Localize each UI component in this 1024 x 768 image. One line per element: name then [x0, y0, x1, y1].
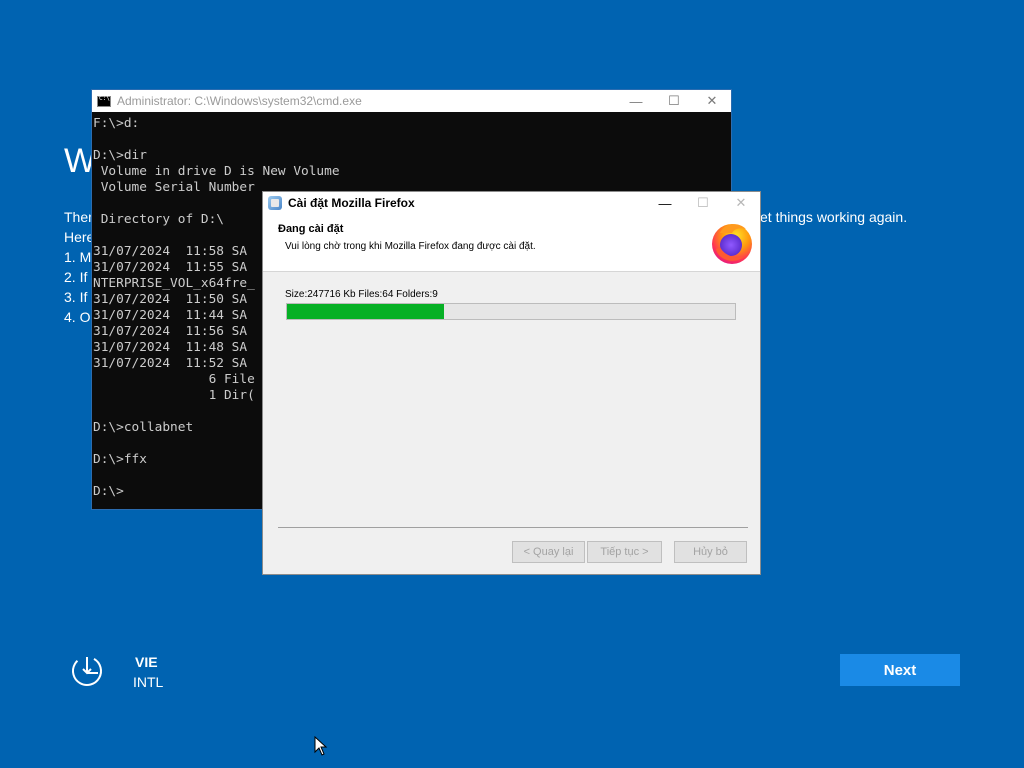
install-progress-bar — [286, 303, 736, 320]
install-progress-fill — [287, 304, 444, 319]
bg-text-line: 4. O — [64, 309, 91, 325]
cmd-line: F:\>d: — [93, 116, 140, 131]
back-button[interactable]: < Quay lại — [512, 541, 585, 563]
minimize-icon[interactable]: — — [617, 90, 655, 112]
language-code[interactable]: VIE — [135, 654, 158, 670]
installer-header: Đang cài đặt Vui lòng chờ trong khi Mozi… — [263, 214, 760, 272]
mouse-cursor-icon — [314, 736, 328, 756]
bg-text-line: 1. M — [64, 249, 92, 265]
bg-text-line: 2. If — [64, 269, 88, 285]
maximize-icon: ☐ — [697, 195, 709, 210]
keyboard-layout[interactable]: INTL — [133, 674, 163, 690]
installer-icon — [268, 196, 282, 210]
accessibility-icon[interactable] — [70, 654, 104, 688]
cmd-line: D:\>dir — [93, 148, 147, 163]
installer-heading: Đang cài đặt — [278, 223, 344, 235]
installer-titlebar[interactable]: Cài đặt Mozilla Firefox — ☐ ✕ — [263, 192, 760, 214]
divider — [278, 527, 748, 528]
firefox-logo-icon — [712, 224, 752, 264]
bg-text-right: et things working again. — [760, 209, 908, 225]
installer-dialog[interactable]: Cài đặt Mozilla Firefox — ☐ ✕ Đang cài đ… — [262, 191, 761, 575]
cmd-line: Volume in drive D is New Volume — [93, 164, 340, 179]
maximize-icon[interactable]: ☐ — [655, 90, 693, 112]
cmd-titlebar[interactable]: Administrator: C:\Windows\system32\cmd.e… — [92, 90, 731, 112]
cmd-icon — [97, 95, 111, 107]
next-install-button[interactable]: Tiếp tục > — [587, 541, 662, 563]
next-button[interactable]: Next — [840, 654, 960, 686]
cancel-button[interactable]: Hủy bỏ — [674, 541, 747, 563]
minimize-icon[interactable]: — — [646, 192, 684, 214]
bg-text-line: 3. If — [64, 289, 88, 305]
close-icon: ✕ — [735, 195, 747, 210]
install-status: Size:247716 Kb Files:64 Folders:9 — [285, 289, 438, 300]
close-icon[interactable]: ✕ — [693, 90, 731, 112]
bg-text-line: Here — [64, 229, 95, 245]
cmd-line — [93, 132, 731, 148]
installer-title: Cài đặt Mozilla Firefox — [288, 196, 415, 210]
cmd-title: Administrator: C:\Windows\system32\cmd.e… — [117, 94, 362, 108]
installer-subheading: Vui lòng chờ trong khi Mozilla Firefox đ… — [285, 241, 536, 252]
